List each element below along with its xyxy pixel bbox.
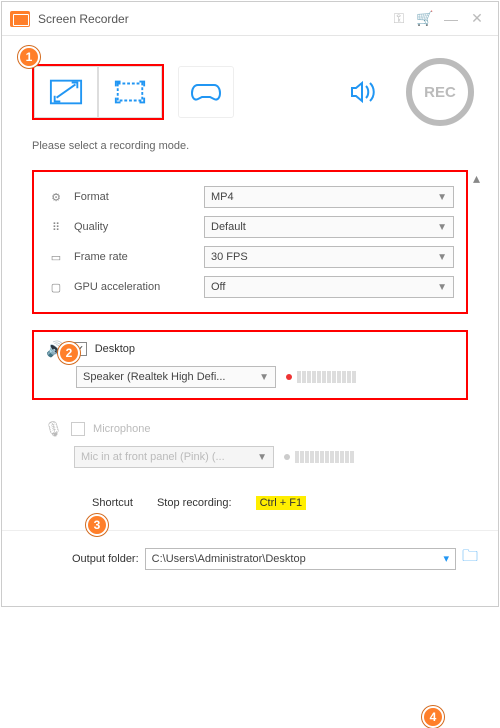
- chevron-down-icon: ▼: [257, 452, 267, 463]
- mode-audio-button[interactable]: [336, 66, 392, 118]
- app-window: Screen Recorder ⚿ 🛒 — ✕ 1 REC Please sel…: [1, 1, 499, 607]
- microphone-meter: [284, 451, 354, 463]
- annotation-badge-2: 2: [58, 342, 80, 364]
- chevron-down-icon: ▼: [437, 192, 447, 203]
- speaker-icon: [350, 80, 378, 104]
- mode-game-button[interactable]: [178, 66, 234, 118]
- shortcut-row: Shortcut Stop recording: Ctrl + F1: [2, 478, 498, 510]
- output-path-field[interactable]: C:\Users\Administrator\Desktop▾: [145, 548, 456, 570]
- gpu-label: GPU acceleration: [74, 281, 194, 293]
- microphone-checkbox[interactable]: [71, 422, 85, 436]
- fps-label: Frame rate: [74, 251, 194, 263]
- chevron-down-icon: ▾: [443, 552, 449, 565]
- chevron-down-icon: ▼: [437, 282, 447, 293]
- cart-icon[interactable]: 🛒: [412, 10, 438, 27]
- mode-row: REC: [2, 36, 498, 136]
- format-icon: ⚙: [48, 189, 64, 205]
- app-title: Screen Recorder: [38, 12, 129, 26]
- shortcut-key: Ctrl + F1: [256, 496, 306, 510]
- key-icon[interactable]: ⚿: [386, 10, 412, 27]
- quality-label: Quality: [74, 221, 194, 233]
- fps-select[interactable]: 30 FPS▼: [204, 246, 454, 268]
- desktop-audio-panel: 🔊 ✓ Desktop Speaker (Realtek High Defi..…: [32, 330, 468, 400]
- gamepad-icon: [191, 81, 221, 103]
- fullscreen-icon: [113, 78, 147, 106]
- record-indicator-icon: [284, 454, 290, 460]
- quality-icon: ⠿: [48, 219, 64, 235]
- settings-panel: ⚙ Format MP4▼ ⠿ Quality Default▼ ▭ Frame…: [32, 170, 468, 314]
- desktop-audio-meter: [286, 371, 356, 383]
- annotation-badge-3: 3: [86, 514, 108, 536]
- format-select[interactable]: MP4▼: [204, 186, 454, 208]
- record-indicator-icon: [286, 374, 292, 380]
- close-button[interactable]: ✕: [464, 10, 490, 27]
- shortcut-label: Shortcut: [92, 497, 133, 509]
- annotation-badge-4: 4: [422, 706, 444, 728]
- collapse-toggle[interactable]: ▴: [473, 170, 480, 187]
- microphone-icon: 🎙: [44, 420, 63, 438]
- mode-region-button[interactable]: [34, 66, 98, 118]
- desktop-audio-label: Desktop: [95, 343, 135, 355]
- browse-folder-button[interactable]: 🗀: [462, 545, 478, 572]
- gpu-icon: ▢: [48, 279, 64, 295]
- fps-icon: ▭: [48, 249, 64, 265]
- annotation-badge-1: 1: [18, 46, 40, 68]
- mode-fullscreen-button[interactable]: [98, 66, 162, 118]
- output-label: Output folder:: [72, 553, 139, 565]
- microphone-label: Microphone: [93, 423, 150, 435]
- microphone-device-select[interactable]: Mic in at front panel (Pink) (...▼: [74, 446, 274, 468]
- region-icon: [49, 78, 83, 106]
- instruction-text: Please select a recording mode.: [2, 136, 498, 162]
- microphone-panel: 🎙 Microphone Mic in at front panel (Pink…: [32, 412, 468, 478]
- chevron-down-icon: ▼: [437, 252, 447, 263]
- titlebar: Screen Recorder ⚿ 🛒 — ✕: [2, 2, 498, 36]
- chevron-down-icon: ▼: [437, 222, 447, 233]
- gpu-select[interactable]: Off▼: [204, 276, 454, 298]
- stop-recording-label: Stop recording:: [157, 497, 232, 509]
- quality-select[interactable]: Default▼: [204, 216, 454, 238]
- record-button[interactable]: REC: [406, 58, 474, 126]
- desktop-device-select[interactable]: Speaker (Realtek High Defi...▼: [76, 366, 276, 388]
- app-logo-icon: [10, 11, 30, 27]
- chevron-down-icon: ▼: [259, 372, 269, 383]
- output-row: Output folder: C:\Users\Administrator\De…: [2, 531, 498, 572]
- record-label: REC: [424, 84, 456, 101]
- format-label: Format: [74, 191, 194, 203]
- mode-group-highlight: [32, 64, 164, 120]
- minimize-button[interactable]: —: [438, 11, 464, 27]
